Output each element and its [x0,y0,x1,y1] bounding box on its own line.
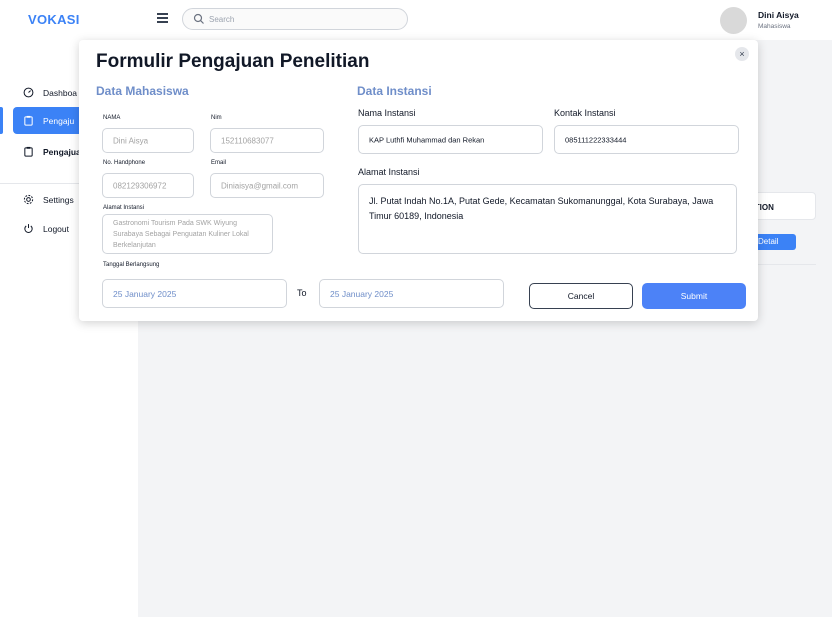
top-bar: VOKASI Search Dini Aisya Mahasiswa [0,0,832,40]
handphone-label: No. Handphone [103,160,146,166]
clipboard-icon [24,115,33,126]
active-indicator [0,107,3,134]
alamat-instansi-field[interactable]: Jl. Putat Indah No.1A, Putat Gede, Kecam… [358,184,737,254]
nama-field[interactable]: Dini Aisya [102,128,194,153]
email-value: Diniaisya@gmail.com [221,181,299,190]
user-role: Mahasiswa [758,23,791,30]
clipboard-icon [24,146,33,157]
kontak-instansi-label: Kontak Instansi [554,108,616,118]
alamat-instansi-label: Alamat Instansi [358,167,420,177]
section-title-mahasiswa: Data Mahasiswa [96,84,189,98]
nim-value: 152110683077 [221,136,274,145]
tanggal-start-value: 25 January 2025 [113,288,177,299]
nama-instansi-value: KAP Luthfi Muhammad dan Rekan [369,135,485,144]
gauge-icon [23,87,34,98]
nim-label: Nim [211,115,222,121]
nama-instansi-field[interactable]: KAP Luthfi Muhammad dan Rekan [358,125,543,154]
menu-icon[interactable] [157,13,168,23]
alamat-mahasiswa-value: Gastronomi Tourism Pada SWK Wiyung Surab… [113,220,249,249]
search-input[interactable]: Search [182,8,408,30]
form-modal: × Formulir Pengajuan Penelitian Data Mah… [79,40,758,321]
tanggal-end-field[interactable]: 25 January 2025 [319,279,504,308]
alamat-mahasiswa-label: Alamat Instansi [103,205,145,211]
avatar[interactable] [720,7,747,34]
sidebar-item-label: Pengajua [43,146,81,157]
sidebar-item-label: Settings [43,194,74,205]
alamat-instansi-value: Jl. Putat Indah No.1A, Putat Gede, Kecam… [369,196,714,221]
search-placeholder: Search [209,15,235,24]
kontak-instansi-value: 085111222333444 [565,135,627,144]
tanggal-start-field[interactable]: 25 January 2025 [102,279,287,308]
to-label: To [297,288,307,298]
nim-field[interactable]: 152110683077 [210,128,324,153]
section-title-instansi: Data Instansi [357,84,432,98]
tanggal-end-value: 25 January 2025 [330,288,394,299]
power-icon [24,224,33,233]
kontak-instansi-field[interactable]: 085111222333444 [554,125,739,154]
gear-icon [23,194,34,205]
alamat-mahasiswa-field[interactable]: Gastronomi Tourism Pada SWK Wiyung Surab… [102,214,273,254]
app-logo[interactable]: VOKASI [28,12,80,27]
email-label: Email [211,160,227,166]
cancel-button[interactable]: Cancel [529,283,633,309]
nama-value: Dini Aisya [113,136,149,145]
close-icon[interactable]: × [735,47,749,61]
nama-instansi-label: Nama Instansi [358,108,416,118]
handphone-field[interactable]: 082129306972 [102,173,194,198]
sidebar-item-label: Logout [43,223,69,234]
tanggal-label: Tanggal Berlangsung [103,262,160,268]
modal-title: Formulir Pengajuan Penelitian [96,51,370,72]
sidebar-item-label: Pengaju [43,115,75,126]
user-name: Dini Aisya [758,10,799,20]
nama-label: NAMA [103,115,121,121]
handphone-value: 082129306972 [113,181,167,190]
submit-button[interactable]: Submit [642,283,746,309]
search-icon [193,13,204,24]
email-field[interactable]: Diniaisya@gmail.com [210,173,324,198]
sidebar-item-label: Dashboa [43,87,78,98]
